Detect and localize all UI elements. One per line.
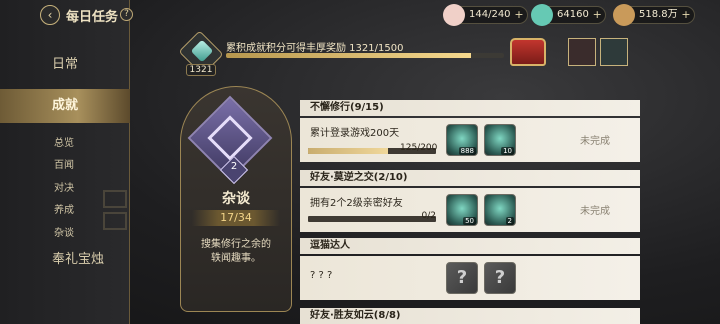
unknown-reward-icon[interactable]: ? [446,262,478,294]
reward-qty: 888 [458,147,476,155]
group-header: 好友·莫逆之交(2/10) [300,170,640,186]
sidebar-item-daily[interactable]: 日常 [0,48,130,82]
task-progress-fill [308,148,388,154]
accumulate-label: 累积成就积分可得丰厚奖励 1321/1500 [226,43,404,54]
category-level: 2 [230,161,238,172]
reward-frame-card[interactable] [600,38,628,66]
back-arrow-icon: ‹ [47,8,53,22]
sidebar-subitem-baiwen[interactable]: 百闻 [54,156,74,171]
reward-chest-icon[interactable]: 2 [484,194,516,226]
peach-stamina-icon [443,4,465,26]
task-progress-text: 0/2 [421,211,436,221]
task-progress-text: 125/200 [400,143,438,153]
category-description-line: 轶闻趣事。 [211,253,261,264]
sidebar-subitem-misc[interactable]: 杂谈 [54,224,74,239]
coin-value: 518.8万 [639,9,678,20]
reward-qty: 50 [463,217,476,225]
add-coin-icon[interactable]: + [681,9,690,21]
sidebar-item-achievement[interactable]: 成就 [0,89,130,123]
sidebar-decoration [103,212,127,230]
unknown-reward-icon[interactable]: ? [484,262,516,294]
stamina-value: 144/240 [469,9,511,20]
category-description: 搜集修行之余的 轶闻趣事。 [184,238,288,266]
stamina-resource[interactable]: 144/240 + [443,4,528,26]
category-count: 17/34 [192,210,280,226]
reward-qty: 2 [505,217,514,225]
page-title: 每日任务 [66,10,119,25]
sidebar-subitem-cultivation[interactable]: 养成 [54,201,74,216]
sidebar-item-offering[interactable]: 奉礼宝烛 [0,243,130,277]
sidebar-decoration [103,190,127,208]
task-row: 累计登录游戏200天 125/200 888 10 未完成 [300,118,640,162]
reward-qty: 10 [501,147,514,155]
help-button[interactable]: ? [120,8,133,21]
jade-gem-icon [531,4,553,26]
add-stamina-icon[interactable]: + [514,9,523,21]
task-status: 未完成 [580,136,610,147]
jade-gem-icon[interactable]: 50 [446,194,478,226]
group-header: 不懈修行(9/15) [300,100,640,116]
task-status: 未完成 [580,206,610,217]
reward-portrait-card[interactable] [568,38,596,66]
sidebar-subitem-duel[interactable]: 对决 [54,179,74,194]
accumulate-progress-fill [226,53,471,58]
coin-pouch-icon [613,4,635,26]
reward-chest-icon[interactable] [510,38,546,66]
coin-resource[interactable]: 518.8万 + [613,4,695,26]
add-jade-icon[interactable]: + [593,9,602,21]
task-description: 拥有2个2级亲密好友 [310,198,403,209]
back-button[interactable]: ‹ [40,5,60,25]
task-row: 拥有2个2级亲密好友 0/2 50 2 未完成 [300,188,640,232]
accumulate-progress-bar [226,53,504,58]
points-value: 1321 [186,64,216,76]
task-row: ? ? ? ? ? [300,256,640,300]
reward-chest-icon[interactable]: 10 [484,124,516,156]
jade-value: 64160 [557,9,589,20]
group-header: 好友·胜友如云(8/8) [300,308,640,324]
category-name: 杂谈 [222,191,250,207]
sidebar-subitem-overview[interactable]: 总览 [54,134,74,149]
jade-gem-icon[interactable]: 888 [446,124,478,156]
category-description-line: 搜集修行之余的 [201,239,271,250]
jade-resource[interactable]: 64160 + [531,4,606,26]
task-description: 累计登录游戏200天 [310,128,400,139]
task-description: ? ? ? [310,270,333,281]
group-header: 逗猫达人 [300,238,640,254]
